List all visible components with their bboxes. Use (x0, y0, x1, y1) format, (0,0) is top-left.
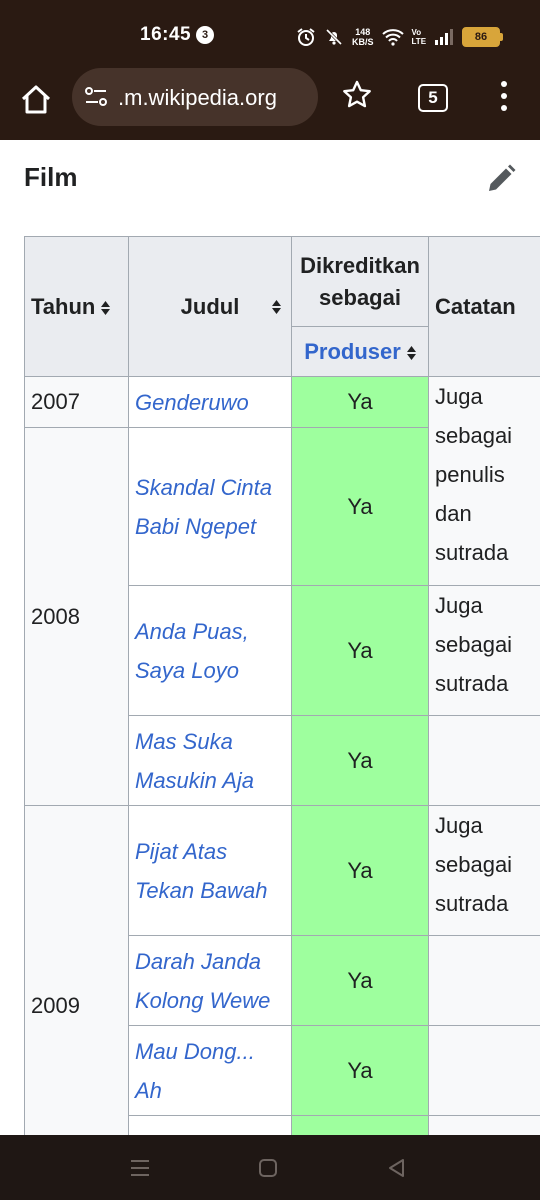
header-dikreditkan: Dikreditkan sebagai (291, 236, 429, 327)
header-produser[interactable]: Produser (291, 326, 429, 377)
note-line: Juga (435, 593, 483, 618)
sort-icon (406, 345, 416, 360)
network-speed-unit: KB/S (352, 37, 374, 47)
volte-bottom: LTE (411, 37, 427, 46)
alarm-icon (297, 28, 315, 46)
sort-icon (101, 300, 111, 315)
header-catatan: Catatan (428, 236, 540, 377)
status-time: 16:45 (140, 24, 192, 45)
film-title-text: Ah (135, 1077, 162, 1103)
year-cell: 2009 (24, 805, 129, 1135)
film-title-text: Pijat Atas (135, 838, 228, 864)
mute-icon (325, 28, 343, 46)
film-title-link[interactable]: Pijat Atas Tekan Bawah (128, 805, 292, 936)
film-title-link[interactable]: Mau Dong... Ah (128, 1025, 292, 1116)
table-row: 2009 Pijat Atas Tekan Bawah Ya Juga sebag… (24, 805, 540, 1135)
header-judul[interactable]: Judul (128, 236, 292, 377)
note-line: sutrada (435, 540, 509, 565)
network-speed-value: 148 (355, 27, 371, 37)
note-cell (428, 715, 540, 806)
note-line: Juga (435, 384, 483, 409)
system-navigation-bar (0, 1135, 540, 1200)
note-line: sebagai (435, 632, 513, 657)
film-title-text: Anda Puas, (135, 618, 249, 644)
section-heading: Film (24, 162, 78, 192)
recents-menu-icon[interactable] (129, 1157, 151, 1179)
notification-count-badge: 3 (196, 26, 214, 44)
battery-indicator: 86 (462, 27, 504, 47)
film-title-text: Babi Ngepet (135, 513, 257, 539)
note-line: sebagai (435, 852, 513, 877)
back-nav-icon[interactable] (386, 1157, 408, 1179)
tab-switcher-button[interactable]: 5 (418, 84, 448, 112)
page-content: Film Tahun Judul Dikreditkan sebagai Cat… (0, 140, 540, 1135)
film-title-text: Masukin Aja (135, 767, 255, 793)
note-cell (428, 935, 540, 1026)
wifi-icon (381, 29, 404, 46)
status-icons: 148 KB/S Vo LTE 86 (296, 24, 504, 50)
film-title-text: Skandal Cinta (135, 474, 272, 500)
table-row: 2007 Genderuwo Ya Juga sebagai penulis d… (24, 376, 540, 586)
header-judul-label: Judul (180, 293, 240, 319)
produser-cell: Ya (291, 935, 429, 1026)
network-speed: 148 KB/S (352, 27, 374, 47)
note-cell: Juga sebagai sutrada (428, 585, 540, 716)
status-bar: 16:45 3 148 KB/S Vo LTE 86 (0, 0, 540, 66)
header-tahun-label: Tahun (31, 293, 96, 319)
sort-icon (272, 300, 281, 314)
film-title-link[interactable]: Skandal Cinta Babi Ngepet (128, 427, 292, 586)
note-line: dan (435, 501, 472, 526)
produser-cell: Ya (291, 585, 429, 716)
note-cell (428, 1115, 540, 1135)
url-text: .m.wikipedia.org (118, 85, 277, 110)
edit-pencil-icon[interactable] (484, 162, 518, 196)
film-title-text: Saya Loyo (135, 657, 239, 683)
produser-cell: Ya (291, 427, 429, 586)
film-title-text: Mas Suka (135, 728, 233, 754)
site-settings-icon[interactable] (84, 86, 108, 108)
browser-top-bar: 16:45 3 148 KB/S Vo LTE 86 .m.wikipedia.or… (0, 0, 540, 140)
note-line: sutrada (435, 891, 509, 916)
header-produser-link[interactable]: Produser (304, 339, 401, 364)
note-cell: Juga sebagai penulis dan sutrada (428, 376, 540, 586)
bookmark-star-icon[interactable] (340, 78, 374, 112)
film-title-link[interactable]: Darah Janda Kolong Wewe (128, 935, 292, 1026)
film-table: Tahun Judul Dikreditkan sebagai Catatan … (24, 236, 540, 1135)
header-catatan-label: Catatan (435, 293, 516, 319)
year-cell: 2007 (24, 376, 129, 428)
film-title-text: Tekan Bawah (135, 877, 268, 903)
address-bar[interactable]: .m.wikipedia.org (72, 68, 318, 126)
film-title-text: Mau Dong... (135, 1038, 255, 1064)
header-dikreditkan-label: Dikreditkan sebagai (300, 252, 420, 310)
film-title-link[interactable]: Anda Puas, Saya Loyo (128, 585, 292, 716)
produser-cell: Ya (291, 376, 429, 428)
note-line: sutrada (435, 671, 509, 696)
produser-cell: Ya (291, 1025, 429, 1116)
film-title-link[interactable] (128, 1115, 292, 1135)
more-menu-icon[interactable] (494, 78, 514, 114)
produser-cell (291, 1115, 429, 1135)
volte-indicator: Vo LTE (412, 28, 427, 46)
home-nav-icon[interactable] (257, 1157, 279, 1179)
note-cell (428, 1025, 540, 1116)
note-cell: Juga sebagai sutrada (428, 805, 540, 936)
note-line: sebagai (435, 423, 513, 448)
film-title-link[interactable]: Genderuwo (128, 376, 292, 428)
volte-top: Vo (411, 28, 422, 37)
film-title-text: Darah Janda (135, 948, 261, 974)
produser-cell: Ya (291, 805, 429, 936)
signal-icon (435, 29, 454, 45)
home-icon[interactable] (16, 80, 56, 120)
header-tahun[interactable]: Tahun (24, 236, 129, 377)
film-title-text: Kolong Wewe (135, 987, 271, 1013)
film-title-text: Genderuwo (135, 389, 249, 415)
produser-cell: Ya (291, 715, 429, 806)
year-cell: 2008 (24, 427, 129, 806)
note-line: Juga (435, 813, 483, 838)
note-line: penulis (435, 462, 505, 487)
film-title-link[interactable]: Mas Suka Masukin Aja (128, 715, 292, 806)
browser-toolbar: .m.wikipedia.org 5 (0, 66, 540, 140)
